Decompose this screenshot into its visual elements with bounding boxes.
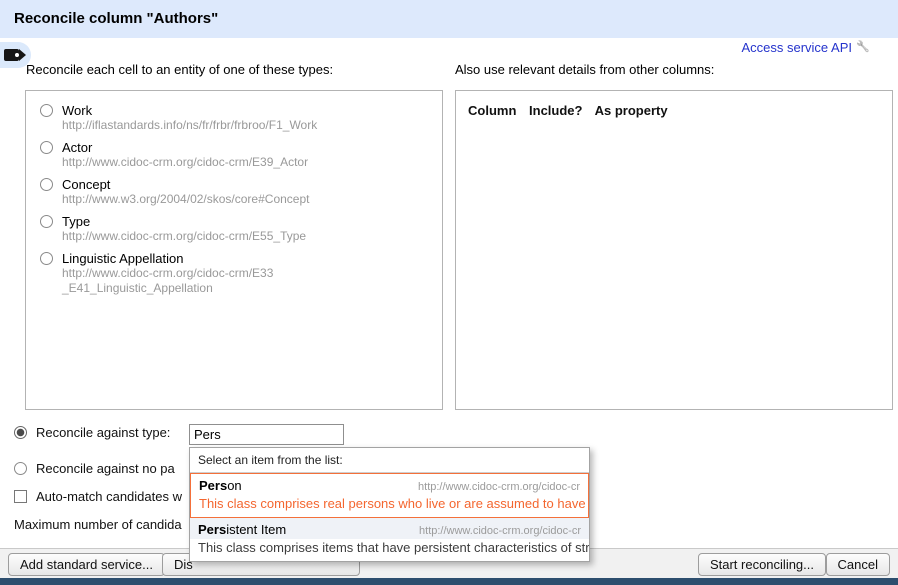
suggest-item-description: This class comprises real persons who li… xyxy=(191,495,588,517)
reconcile-against-type-label: Reconcile against type: xyxy=(36,425,170,440)
reconcile-no-type-row: Reconcile against no pa xyxy=(14,461,175,476)
max-candidates-label: Maximum number of candida xyxy=(14,517,182,532)
wrench-icon: 🔧 xyxy=(856,40,870,53)
types-panel: Work http://iflastandards.info/ns/fr/frb… xyxy=(25,90,443,410)
radio-concept[interactable] xyxy=(40,178,53,191)
type-url: http://iflastandards.info/ns/fr/frbr/frb… xyxy=(62,118,432,133)
column-header-include: Include? xyxy=(529,103,582,118)
tag-icon xyxy=(4,49,19,61)
automatch-row: Auto-match candidates w xyxy=(14,489,182,504)
access-service-api-link[interactable]: Access service API xyxy=(741,40,852,55)
suggest-item-description: This class comprises items that have per… xyxy=(190,539,589,561)
radio-actor[interactable] xyxy=(40,141,53,154)
type-url: http://www.cidoc-crm.org/cidoc-crm/E33_E… xyxy=(62,266,276,296)
type-suggest-dropdown: Select an item from the list: Person htt… xyxy=(189,447,590,562)
columns-panel: Column Include? As property xyxy=(455,90,893,410)
suggest-header: Select an item from the list: xyxy=(190,448,589,473)
reconcile-no-type-label: Reconcile against no pa xyxy=(36,461,175,476)
type-url: http://www.cidoc-crm.org/cidoc-crm/E55_T… xyxy=(62,229,432,244)
type-label: Work xyxy=(62,103,92,118)
columns-section-label: Also use relevant details from other col… xyxy=(455,62,714,77)
column-header-as-property: As property xyxy=(595,103,668,118)
type-option-type[interactable]: Type http://www.cidoc-crm.org/cidoc-crm/… xyxy=(40,214,432,244)
suggest-item-persistent-item[interactable]: Persistent Item http://www.cidoc-crm.org… xyxy=(190,518,589,561)
type-label: Type xyxy=(62,214,90,229)
type-label: Actor xyxy=(62,140,92,155)
bottom-strip xyxy=(0,578,898,585)
start-reconciling-button[interactable]: Start reconciling... xyxy=(698,553,826,576)
dialog-header: Reconcile column "Authors" xyxy=(0,0,898,38)
radio-work[interactable] xyxy=(40,104,53,117)
type-url: http://www.w3.org/2004/02/skos/core#Conc… xyxy=(62,192,432,207)
cancel-button[interactable]: Cancel xyxy=(826,553,890,576)
type-option-work[interactable]: Work http://iflastandards.info/ns/fr/frb… xyxy=(40,103,432,133)
radio-reconcile-no-type[interactable] xyxy=(14,462,27,475)
type-url: http://www.cidoc-crm.org/cidoc-crm/E39_A… xyxy=(62,155,432,170)
suggest-item-url: http://www.cidoc-crm.org/cidoc-cr xyxy=(418,481,580,493)
page-title: Reconcile column "Authors" xyxy=(14,0,218,38)
suggest-item-name: Persistent Item xyxy=(198,522,286,537)
type-label: Linguistic Appellation xyxy=(62,251,183,266)
radio-linguistic-appellation[interactable] xyxy=(40,252,53,265)
reconcile-dialog: Reconcile column "Authors" Access servic… xyxy=(0,0,898,585)
type-option-linguistic-appellation[interactable]: Linguistic Appellation http://www.cidoc-… xyxy=(40,251,432,296)
type-label: Concept xyxy=(62,177,110,192)
type-option-actor[interactable]: Actor http://www.cidoc-crm.org/cidoc-crm… xyxy=(40,140,432,170)
automatch-label: Auto-match candidates w xyxy=(36,489,182,504)
add-standard-service-button[interactable]: Add standard service... xyxy=(8,553,165,576)
suggest-item-url: http://www.cidoc-crm.org/cidoc-cr xyxy=(419,525,581,537)
type-search-input[interactable] xyxy=(189,424,344,445)
radio-reconcile-against-type[interactable] xyxy=(14,426,27,439)
suggest-item-name: Person xyxy=(199,478,242,493)
type-option-concept[interactable]: Concept http://www.w3.org/2004/02/skos/c… xyxy=(40,177,432,207)
max-candidates-row: Maximum number of candida xyxy=(14,517,182,532)
suggest-item-person[interactable]: Person http://www.cidoc-crm.org/cidoc-cr… xyxy=(190,473,589,518)
radio-type[interactable] xyxy=(40,215,53,228)
columns-table-header: Column Include? As property xyxy=(468,103,882,118)
types-section-label: Reconcile each cell to an entity of one … xyxy=(26,62,333,77)
reconcile-against-type-row: Reconcile against type: xyxy=(14,425,170,440)
column-header-column: Column xyxy=(468,103,516,118)
automatch-checkbox[interactable] xyxy=(14,490,27,503)
